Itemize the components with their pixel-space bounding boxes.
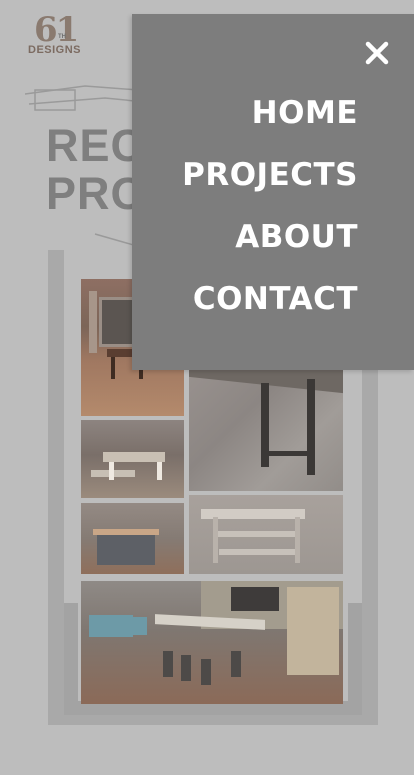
nav-menu: HOME PROJECTS ABOUT CONTACT [182, 82, 358, 330]
nav-item-home[interactable]: HOME [182, 82, 358, 144]
nav-item-projects[interactable]: PROJECTS [182, 144, 358, 206]
nav-menu-overlay: HOME PROJECTS ABOUT CONTACT [132, 14, 414, 370]
project-photo-kitchen-island[interactable] [81, 503, 184, 574]
nav-item-about[interactable]: ABOUT [182, 206, 358, 268]
logo[interactable]: 61 TH DESIGNS [28, 10, 90, 60]
project-photo-console-shelf[interactable] [189, 495, 343, 574]
nav-item-contact[interactable]: CONTACT [182, 268, 358, 330]
close-icon[interactable] [364, 40, 390, 66]
logo-word: DESIGNS [28, 44, 82, 56]
project-photo-farm-table[interactable] [81, 420, 184, 498]
logo-superscript: TH [58, 34, 66, 40]
project-photo-bar-table[interactable] [81, 581, 343, 704]
project-photo-pub-table[interactable] [189, 355, 343, 491]
